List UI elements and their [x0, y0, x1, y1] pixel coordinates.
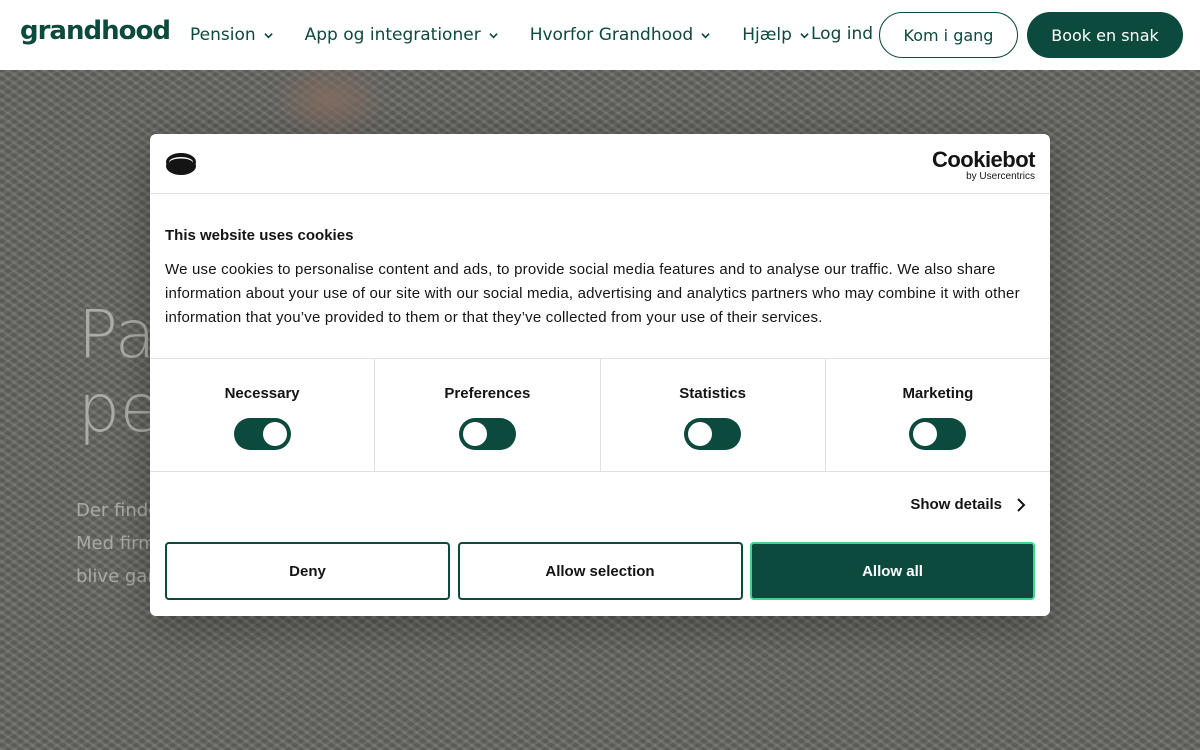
nav-item-pension[interactable]: Pension [190, 25, 273, 45]
toggle-necessary: Necessary [150, 359, 376, 471]
book-meeting-button[interactable]: Book en snak [1027, 12, 1183, 58]
toggle-label: Marketing [902, 385, 974, 402]
nav-item-label: Pension [190, 25, 256, 45]
necessary-switch[interactable] [233, 418, 291, 450]
chevron-down-icon [701, 31, 710, 40]
cookie-icon [165, 152, 197, 176]
dialog-title: This website uses cookies [165, 227, 354, 244]
chevron-down-icon [263, 31, 273, 40]
nav-item-hvorfor-grandhood[interactable]: Hvorfor Grandhood [530, 25, 711, 45]
main-nav: Pension App og integrationer Hvorfor Gra… [190, 0, 841, 70]
statistics-switch[interactable] [684, 418, 742, 450]
allow-selection-button[interactable]: Allow selection [457, 542, 743, 600]
toggle-preferences: Preferences [375, 359, 601, 471]
nav-item-label: Hvorfor Grandhood [529, 25, 694, 45]
cookiebot-logo[interactable]: Cookiebot by Usercentrics [931, 147, 1036, 183]
dialog-buttons: Deny Allow selection Allow all [165, 542, 1035, 600]
get-started-button[interactable]: Kom i gang [879, 12, 1018, 58]
cookiebot-byline: by Usercentrics [966, 171, 1035, 182]
show-details-link[interactable]: Show details [910, 496, 1026, 513]
show-details-label: Show details [910, 496, 1002, 513]
marketing-switch[interactable] [909, 418, 967, 450]
toggle-statistics: Statistics [601, 359, 826, 471]
toggle-marketing: Marketing [826, 359, 1050, 471]
dialog-header: Cookiebot by Usercentrics [150, 134, 1050, 194]
nav-item-label: App og integrationer [304, 25, 481, 45]
chevron-down-icon [489, 31, 498, 40]
switch-knob [913, 422, 938, 446]
chevron-down-icon [800, 31, 809, 40]
dialog-body: This website uses cookies We use cookies… [150, 194, 1050, 359]
switch-knob [262, 422, 287, 446]
switch-knob [688, 422, 713, 446]
cookie-consent-dialog: Cookiebot by Usercentrics This website u… [150, 134, 1050, 616]
toggle-label: Preferences [444, 385, 531, 402]
login-link[interactable]: Log ind [811, 24, 873, 44]
switch-knob [462, 422, 487, 446]
toggle-label: Necessary [224, 385, 300, 402]
nav-item-label: Hjælp [742, 25, 792, 45]
consent-toggles: Necessary Preferences Statistics Marketi… [150, 359, 1050, 472]
allow-all-button[interactable]: Allow all [750, 542, 1035, 600]
dialog-description: We use cookies to personalise content an… [165, 261, 1020, 326]
deny-button[interactable]: Deny [165, 542, 450, 600]
nav-item-hjaelp[interactable]: Hjælp [742, 25, 809, 45]
grandhood-logo[interactable]: grandhood [20, 16, 171, 46]
site-header: grandhood Pension App og integrationer H… [0, 0, 1200, 70]
cookiebot-brand: Cookiebot [931, 147, 1036, 172]
toggle-label: Statistics [679, 385, 746, 402]
chevron-right-icon [1016, 497, 1026, 512]
details-row: Show details [150, 472, 1050, 540]
nav-item-app-integrationer[interactable]: App og integrationer [305, 25, 498, 45]
preferences-switch[interactable] [458, 418, 516, 450]
